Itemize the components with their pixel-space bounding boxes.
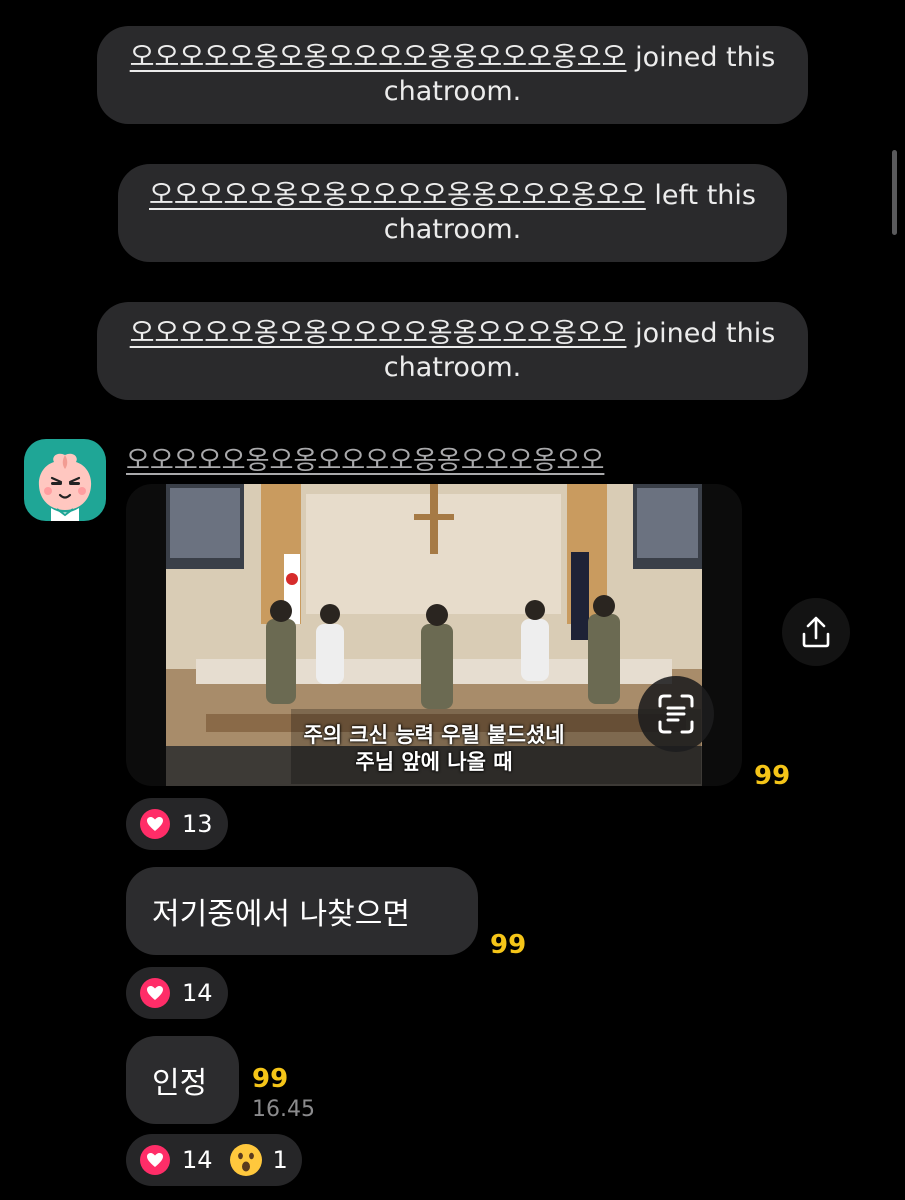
unread-count: 99 (490, 930, 527, 960)
reaction-bar[interactable]: 13 (126, 798, 228, 850)
text-scan-icon (658, 694, 694, 734)
unread-count: 99 (252, 1064, 289, 1094)
system-message-joined: 오오오오오옹오옹오오오오옹옹오오오옹오오 joined this chatroo… (97, 26, 808, 124)
share-button[interactable] (782, 598, 850, 666)
subtitle-line-2: 주님 앞에 나올 때 (355, 750, 513, 774)
reaction-bar[interactable]: 14 1 (126, 1134, 302, 1186)
message-time: 16.45 (252, 1097, 315, 1122)
system-message-left: 오오오오오옹오옹오오오오옹옹오오오옹오오 left this chatroom. (118, 164, 787, 262)
sender-avatar[interactable] (24, 439, 106, 521)
wow-count: 1 (272, 1146, 288, 1174)
message-bubble[interactable]: 저기중에서 나찾으면 (126, 867, 478, 955)
message-text: 인정 (152, 1066, 208, 1101)
heart-count: 14 (182, 1146, 213, 1174)
system-message-joined: 오오오오오옹오옹오오오오옹옹오오오옹오오 joined this chatroo… (97, 302, 808, 400)
system-message-nickname[interactable]: 오오오오오옹오옹오오오오옹옹오오오옹오오 (149, 180, 646, 211)
unread-count: 99 (754, 761, 791, 791)
scrollbar[interactable] (892, 150, 897, 235)
heart-count: 13 (182, 810, 213, 838)
peach-avatar-icon (38, 453, 92, 521)
message-text: 저기중에서 나찾으면 (152, 897, 410, 932)
surprised-face-icon (229, 1144, 262, 1176)
heart-icon (140, 1145, 170, 1175)
sender-name[interactable]: 오오오오오옹오옹오오오오옹옹오오오옹오오 (126, 440, 604, 477)
heart-icon (140, 809, 170, 839)
text-scan-button[interactable] (638, 676, 714, 752)
heart-count: 14 (182, 979, 213, 1007)
reaction-bar[interactable]: 14 (126, 967, 228, 1019)
message-bubble[interactable]: 인정 (126, 1036, 239, 1124)
heart-icon (140, 978, 170, 1008)
share-icon (802, 616, 830, 648)
system-message-nickname[interactable]: 오오오오오옹오옹오오오오옹옹오오오옹오오 (130, 42, 627, 73)
system-message-nickname[interactable]: 오오오오오옹오옹오오오오옹옹오오오옹오오 (130, 318, 627, 349)
